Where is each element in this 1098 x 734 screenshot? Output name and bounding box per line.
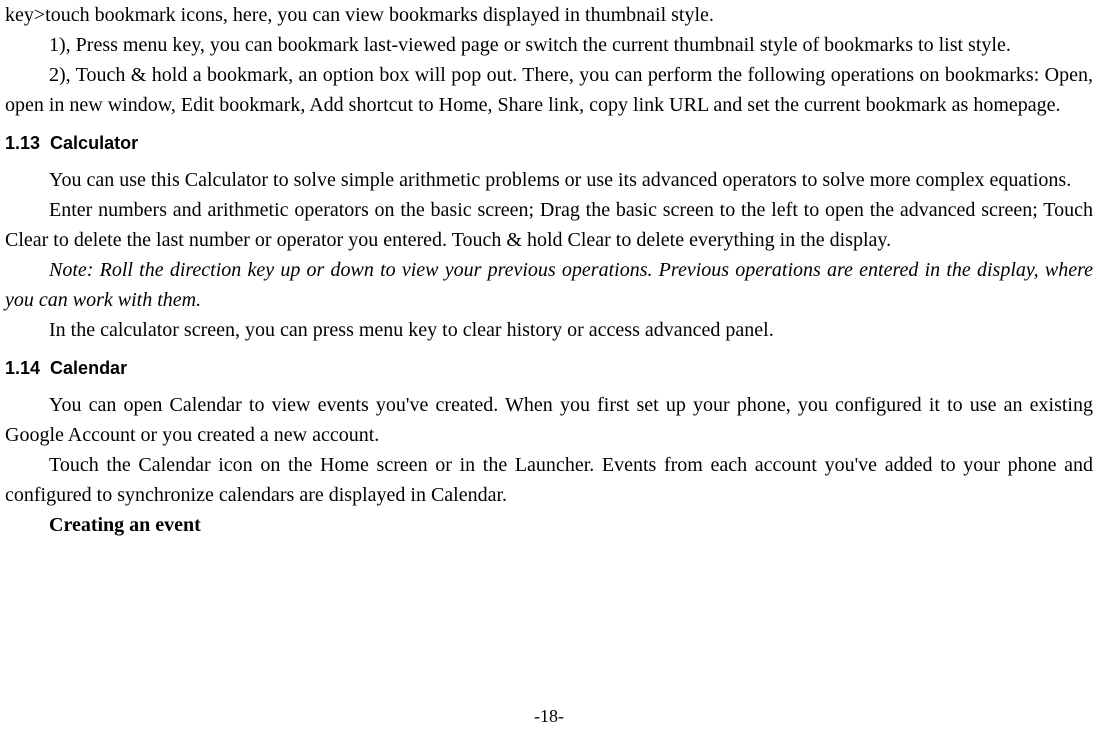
section-heading-calculator: 1.13 Calculator xyxy=(5,130,1093,157)
calendar-para-1: You can open Calendar to view events you… xyxy=(5,390,1093,450)
calculator-para-3: In the calculator screen, you can press … xyxy=(5,315,1093,345)
list-item-1: 1), Press menu key, you can bookmark las… xyxy=(5,30,1093,60)
section-title: Calendar xyxy=(50,358,127,378)
section-title: Calculator xyxy=(50,133,138,153)
calculator-para-2: Enter numbers and arithmetic operators o… xyxy=(5,195,1093,255)
continuation-text: key>touch bookmark icons, here, you can … xyxy=(5,0,1093,30)
calculator-note: Note: Roll the direction key up or down … xyxy=(5,255,1093,315)
calendar-subheading: Creating an event xyxy=(5,510,1093,540)
section-number: 1.14 xyxy=(5,355,40,382)
calendar-para-2: Touch the Calendar icon on the Home scre… xyxy=(5,450,1093,510)
list-item-2: 2), Touch & hold a bookmark, an option b… xyxy=(5,60,1093,120)
section-number: 1.13 xyxy=(5,130,40,157)
section-heading-calendar: 1.14 Calendar xyxy=(5,355,1093,382)
page-number: -18- xyxy=(0,703,1098,730)
calculator-para-1: You can use this Calculator to solve sim… xyxy=(5,165,1093,195)
